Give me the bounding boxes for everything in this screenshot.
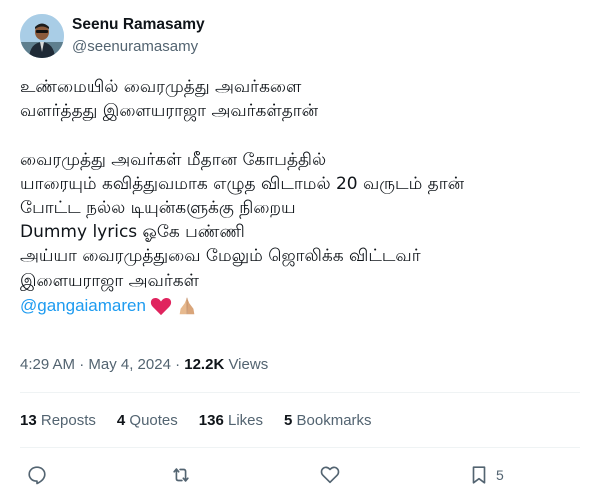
bookmark-button[interactable]: 5 (468, 464, 504, 486)
reply-button[interactable] (26, 464, 48, 486)
avatar[interactable] (20, 14, 64, 58)
tweet-line: அய்யா வைரமுத்துவை மேலும் ஜொலிக்க விட்டவர… (20, 246, 421, 267)
reposts-label: Reposts (40, 412, 96, 429)
bookmarks-count: 5 (284, 412, 293, 429)
quotes-count: 4 (116, 412, 126, 429)
red-heart-emoji-icon (150, 297, 172, 315)
tweet-line: இளையராஜா அவர்கள் (20, 270, 199, 291)
tweet-text: உண்மையில் வைரமுத்து அவர்களை வளர்த்தது இள… (20, 75, 580, 319)
views-label: Views (224, 356, 269, 373)
repost-icon (173, 468, 189, 482)
tweet-line: யாரையும் கவித்துவமாக எழுத விடாமல் 20 வரு… (20, 173, 465, 194)
tweet-line: உண்மையில் வைரமுத்து அவர்களை (20, 77, 302, 97)
divider (20, 392, 580, 393)
reply-icon (28, 466, 46, 485)
bookmarks-label: Bookmarks (296, 412, 372, 429)
heart-icon (320, 466, 340, 484)
bookmark-icon (472, 466, 486, 484)
mention-row: @gangaiamaren (20, 293, 580, 319)
mention-link[interactable]: @gangaiamaren (20, 294, 146, 318)
tweet-line: Dummy lyrics ஓகே பண்ணி (20, 222, 245, 243)
handle[interactable]: @seenuramasamy (72, 37, 205, 57)
quotes-label: Quotes (129, 412, 178, 429)
avatar-image (20, 14, 64, 58)
tweet-meta: 4:29 AM · May 4, 2024 · 12.2K Views (20, 356, 268, 373)
folded-hands-emoji-icon (179, 297, 195, 314)
likes-label: Likes (227, 412, 264, 429)
author-info: Seenu Ramasamy @seenuramasamy (72, 16, 205, 57)
repost-button[interactable] (170, 464, 192, 486)
action-bar: 5 (20, 460, 580, 490)
timestamp[interactable]: 4:29 AM · May 4, 2024 · (20, 356, 184, 373)
likes-stat[interactable]: 136 Likes (199, 412, 263, 429)
tweet-line: வளர்த்தது இளையராஜா அவர்கள்தான் (20, 101, 319, 122)
tweet-line: போட்ட நல்ல டியுன்களுக்கு நிறைய (20, 197, 296, 218)
engagement-stats: 13 Reposts 4 Quotes 136 Likes 5 Bookmark… (20, 412, 372, 429)
views-count: 12.2K (184, 356, 225, 373)
tweet-line: வைரமுத்து அவர்கள் மீதான கோபத்தில் (20, 149, 327, 170)
reposts-count: 13 (20, 412, 37, 429)
reposts-stat[interactable]: 13 Reposts (20, 412, 96, 429)
tweet-header: Seenu Ramasamy @seenuramasamy (20, 14, 580, 60)
bookmarks-stat[interactable]: 5 Bookmarks (284, 412, 372, 429)
display-name[interactable]: Seenu Ramasamy (72, 16, 205, 34)
likes-count: 136 (198, 412, 224, 429)
divider (20, 447, 580, 448)
quotes-stat[interactable]: 4 Quotes (117, 412, 178, 429)
bookmark-count: 5 (496, 467, 504, 483)
like-button[interactable] (319, 464, 341, 486)
